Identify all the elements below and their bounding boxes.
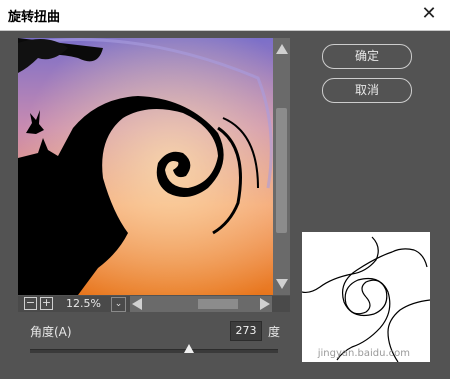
angle-slider-track[interactable] — [30, 349, 278, 353]
zoom-dropdown-icon[interactable]: ⌄ — [111, 297, 126, 312]
scroll-right-icon[interactable] — [260, 298, 270, 310]
angle-slider-handle[interactable] — [183, 344, 194, 353]
vertical-scroll-thumb[interactable] — [276, 108, 287, 233]
horizontal-scroll-thumb[interactable] — [198, 299, 238, 309]
preview-toolbar: − + 12.5% ⌄ — [18, 296, 290, 312]
ok-button[interactable]: 确定 — [322, 44, 412, 69]
scroll-up-icon[interactable] — [276, 44, 288, 54]
scroll-left-icon[interactable] — [132, 298, 142, 310]
twirl-preview-graphic — [18, 38, 273, 295]
twirl-thumbnail: jingyan.baidu.com — [302, 232, 430, 362]
angle-label: 角度(A) — [30, 325, 72, 339]
twirl-thumbnail-graphic — [302, 236, 430, 362]
preview-vertical-scrollbar[interactable] — [273, 38, 290, 295]
scroll-down-icon[interactable] — [276, 279, 288, 289]
watermark-text: jingyan.baidu.com — [317, 348, 410, 359]
preview-horizontal-scrollbar[interactable] — [130, 296, 272, 312]
angle-input[interactable]: 273 — [230, 321, 262, 341]
zoom-in-icon[interactable]: + — [40, 297, 53, 310]
window-title: 旋转扭曲 — [8, 10, 61, 25]
title-bar: 旋转扭曲 ✕ — [0, 0, 450, 31]
angle-unit: 度 — [268, 325, 281, 339]
preview-image[interactable] — [18, 38, 273, 295]
close-icon[interactable]: ✕ — [418, 2, 440, 26]
zoom-out-icon[interactable]: − — [24, 297, 37, 310]
cancel-button[interactable]: 取消 — [322, 78, 412, 103]
